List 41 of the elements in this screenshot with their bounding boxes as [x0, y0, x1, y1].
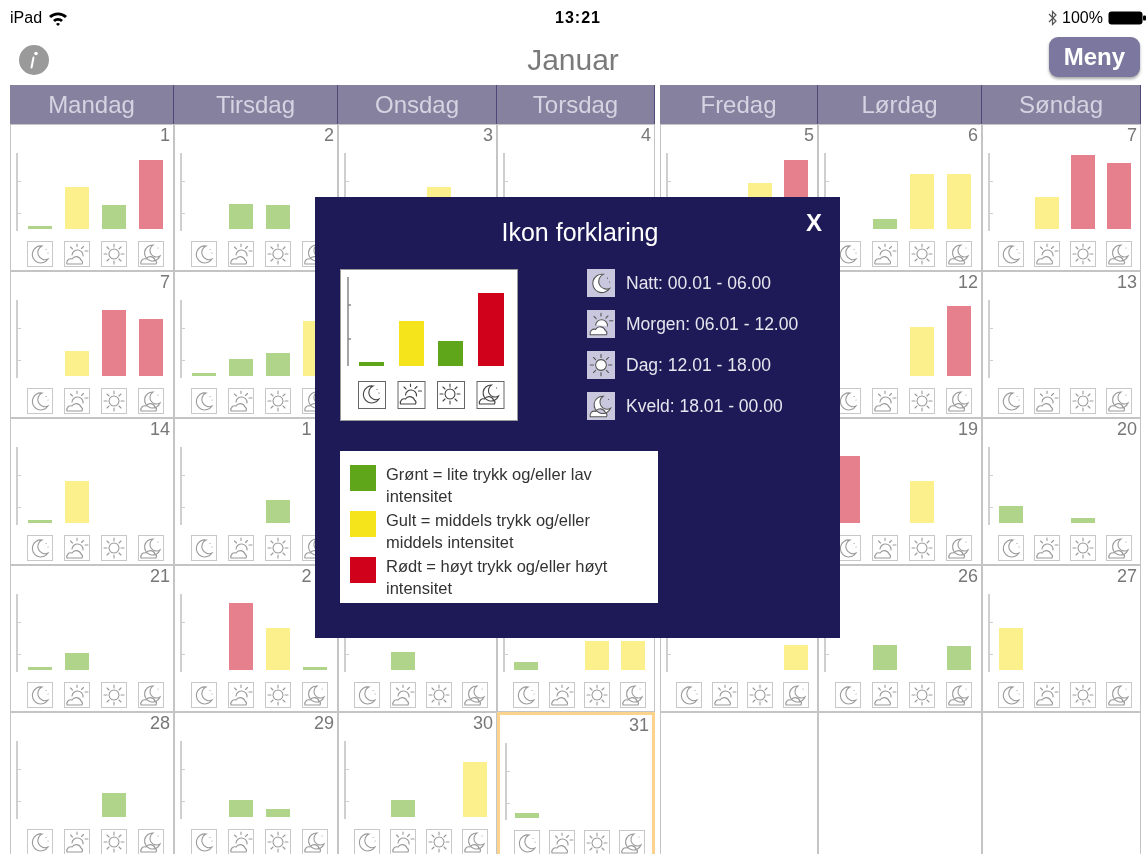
day-number: 21: [149, 566, 170, 586]
day-number: 27: [1116, 566, 1137, 586]
weekday-header: Torsdag: [497, 85, 655, 124]
device-name: iPad: [10, 9, 43, 27]
day-number: 2: [301, 566, 312, 586]
day-number: 2: [324, 125, 334, 145]
weekday-header: Onsdag: [338, 85, 497, 124]
month-title: Januar: [527, 43, 619, 77]
day-number: 30: [472, 713, 493, 733]
day-number: 26: [957, 566, 978, 586]
day-number: 1: [301, 419, 312, 439]
weekday-header: Mandag: [10, 85, 174, 124]
color-description: Rødt = høyt trykk og/eller høyt intensitet: [386, 556, 609, 599]
color-description: Grønt = lite trykk og/eller lav intensitet: [386, 464, 593, 507]
period-label: Morgen: 06.01 - 12.00: [626, 313, 799, 335]
day-number: 3: [483, 125, 493, 145]
day-number: 4: [641, 125, 651, 145]
weekday-header: Lørdag: [818, 85, 982, 124]
period-label: Natt: 00.01 - 06.00: [626, 272, 771, 294]
day-number: 6: [968, 125, 978, 145]
dialog-title: Ikon forklaring: [501, 217, 659, 247]
day-number: 1: [160, 125, 170, 145]
day-number: 7: [1127, 125, 1137, 145]
weekday-header: Fredag: [660, 85, 818, 124]
day-number: 19: [957, 419, 978, 439]
color-description: Gult = middels trykk og/eller middels intensitet: [386, 510, 592, 553]
day-number: 20: [1116, 419, 1137, 439]
day-number: 29: [313, 713, 334, 733]
day-number: 12: [957, 272, 978, 292]
day-number: 7: [160, 272, 170, 292]
battery-percent: 100%: [1062, 9, 1103, 27]
period-label: Kveld: 18.01 - 00.00: [626, 395, 783, 417]
day-number: 28: [149, 713, 170, 733]
day-number: 5: [804, 125, 814, 145]
clock-time: 13:21: [555, 9, 601, 27]
day-number: 14: [149, 419, 170, 439]
day-number: 31: [628, 715, 649, 735]
period-label: Dag: 12.01 - 18.00: [626, 354, 771, 376]
weekday-header: Søndag: [982, 85, 1141, 124]
weekday-header: Tirsdag: [174, 85, 338, 124]
day-number: 13: [1116, 272, 1137, 292]
